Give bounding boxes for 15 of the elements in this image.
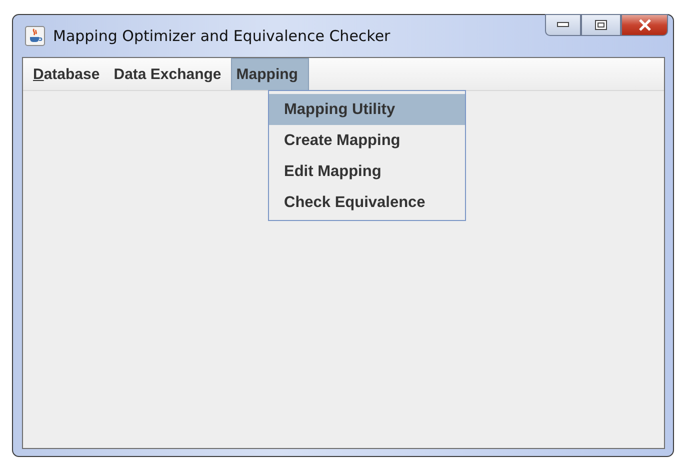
menu-item[interactable]: Data Exchange <box>110 58 232 90</box>
maximize-icon <box>595 20 607 30</box>
menu-item[interactable]: Edit Mapping <box>269 156 465 187</box>
close-icon <box>638 19 652 31</box>
menu-item[interactable]: Check Equivalence <box>269 187 465 218</box>
minimize-button[interactable] <box>545 14 581 36</box>
menu-item[interactable]: Database <box>29 58 110 90</box>
maximize-button[interactable] <box>581 14 621 36</box>
coffee-cup-icon <box>25 26 45 46</box>
menu-item[interactable]: Mapping Utility <box>269 94 465 125</box>
window-title: Mapping Optimizer and Equivalence Checker <box>53 27 390 45</box>
minimize-icon <box>557 22 569 28</box>
menu-item[interactable]: Create Mapping <box>269 125 465 156</box>
close-button[interactable] <box>621 14 668 36</box>
menu-item[interactable]: Mapping <box>231 58 309 90</box>
